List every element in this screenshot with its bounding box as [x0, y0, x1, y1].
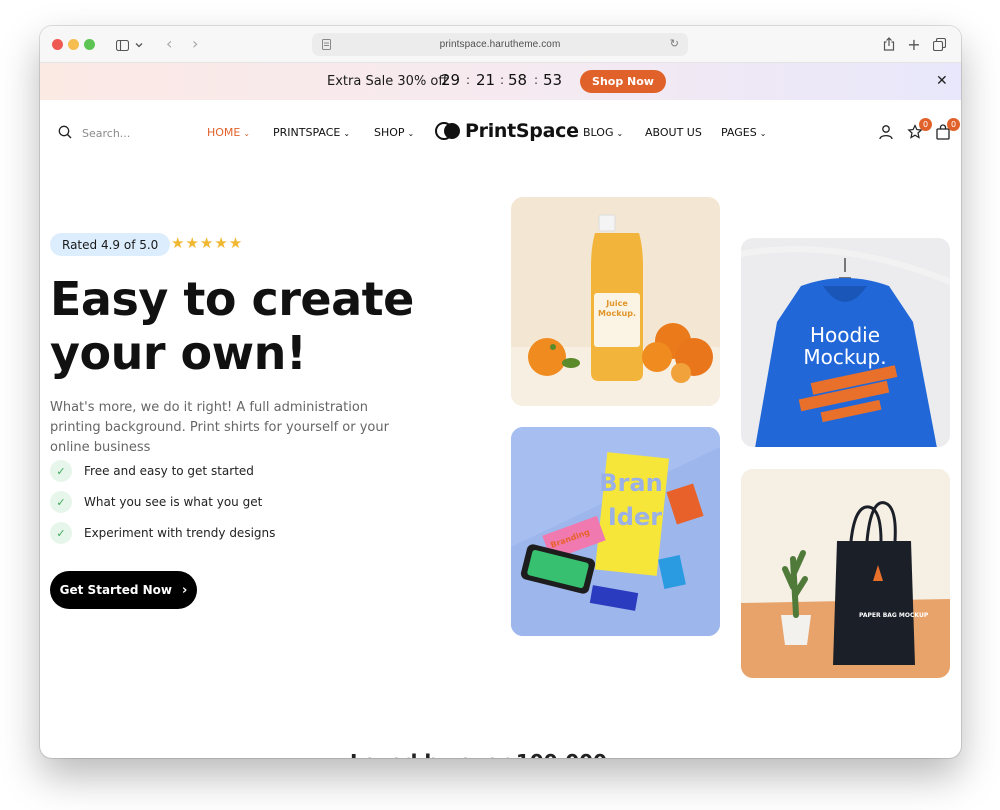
hero-title-line1: Easy to create: [50, 272, 414, 326]
paper-bag-mockup-illustration: PAPER BAG MOCKUP: [741, 469, 950, 678]
juice-mockup-image[interactable]: Juice Mockup.: [511, 197, 720, 406]
hoodie-mockup-image[interactable]: Hoodie Mockup.: [741, 238, 950, 447]
shop-now-button[interactable]: Shop Now: [580, 70, 666, 93]
chevron-down-icon: ⌄: [759, 129, 767, 138]
nav-blog-label: BLOG: [583, 126, 614, 139]
brand-label-line2: Ider: [608, 503, 662, 531]
bag-label: PAPER BAG MOCKUP: [859, 612, 929, 619]
logo-text: PrintSpace: [465, 120, 579, 142]
wishlist-count-badge: 0: [919, 118, 932, 131]
share-button[interactable]: [879, 34, 899, 54]
chevron-down-icon: ⌄: [616, 129, 624, 138]
feature-text: Free and easy to get started: [84, 464, 254, 478]
feature-item: ✓ Free and easy to get started: [50, 460, 254, 482]
nav-blog[interactable]: BLOG ⌄: [583, 126, 623, 139]
search-input[interactable]: [82, 125, 182, 141]
branding-mockup-image[interactable]: Bran Ider Branding: [511, 427, 720, 636]
hero-description: What's more, we do it right! A full admi…: [50, 400, 389, 455]
chevron-down-icon: ⌄: [343, 129, 351, 138]
nav-about-us[interactable]: ABOUT US: [645, 126, 702, 139]
address-bar[interactable]: printspace.harutheme.com ↻: [312, 33, 688, 56]
paper-bag-mockup-image[interactable]: PAPER BAG MOCKUP: [741, 469, 950, 678]
countdown-separator: :: [500, 73, 505, 87]
rating-badge: Rated 4.9 of 5.0: [50, 233, 171, 256]
hoodie-label-line1: Hoodie: [810, 323, 880, 347]
hero-title-line2: your own!: [50, 326, 307, 380]
section-heading-partial: Loved by over 100,000 brands: [350, 750, 650, 758]
reload-icon[interactable]: ↻: [670, 37, 679, 50]
countdown-seconds: 53: [543, 71, 563, 89]
url-text: printspace.harutheme.com: [439, 39, 561, 50]
page-icon: [322, 39, 331, 50]
nav-shop-label: SHOP: [374, 126, 405, 139]
countdown-minutes: 58: [508, 71, 528, 89]
nav-pages[interactable]: PAGES ⌄: [721, 126, 766, 139]
chevron-right-icon: ›: [181, 582, 188, 598]
feature-item: ✓ What you see is what you get: [50, 491, 262, 513]
feature-text: Experiment with trendy designs: [84, 526, 276, 540]
hoodie-mockup-illustration: Hoodie Mockup.: [741, 246, 950, 447]
sidebar-toggle-button[interactable]: [108, 34, 150, 56]
feature-item: ✓ Experiment with trendy designs: [50, 522, 275, 544]
search-icon[interactable]: [58, 125, 72, 139]
brand-label-line1: Bran: [599, 469, 662, 497]
hero-title: Easy to create your own!: [50, 272, 470, 380]
nav-printspace[interactable]: PRINTSPACE ⌄: [273, 126, 350, 139]
chevron-down-icon: [135, 43, 142, 48]
nav-about-label: ABOUT US: [645, 126, 702, 139]
site-logo[interactable]: PrintSpace: [435, 120, 579, 142]
browser-toolbar: ‹ › printspace.harutheme.com ↻ +: [40, 26, 961, 63]
logo-icon: [435, 122, 460, 140]
check-icon: ✓: [50, 460, 72, 482]
promo-bar: Extra Sale 30% off 29 : 21 : 58 : 53 Sho…: [40, 63, 961, 100]
check-icon: ✓: [50, 491, 72, 513]
browser-window: ‹ › printspace.harutheme.com ↻ + Extra S…: [40, 26, 961, 758]
countdown-separator: :: [534, 73, 539, 87]
juice-label-line1: Juice: [605, 299, 628, 308]
rating-stars: ★★★★★: [171, 234, 244, 252]
back-button[interactable]: ‹: [166, 35, 172, 53]
countdown-days: 29: [441, 71, 461, 89]
wishlist-button[interactable]: 0: [907, 118, 932, 142]
promo-text: Extra Sale 30% off: [327, 74, 448, 89]
forward-button[interactable]: ›: [192, 35, 198, 53]
nav-shop[interactable]: SHOP ⌄: [374, 126, 414, 139]
site-header: HOME⌄ PRINTSPACE⌄ SHOP⌄ PrintSpace BLOG⌄…: [40, 100, 961, 166]
get-started-label: Get Started Now: [59, 583, 172, 597]
tab-overview-button[interactable]: [929, 34, 949, 54]
juice-mockup-illustration: Juice Mockup.: [511, 214, 720, 406]
tabs-icon: [932, 37, 946, 51]
nav-pages-label: PAGES: [721, 126, 757, 139]
maximize-window-button[interactable]: [84, 39, 95, 50]
close-icon[interactable]: ✕: [936, 73, 948, 89]
new-tab-button[interactable]: +: [904, 34, 924, 54]
user-icon: [879, 125, 893, 140]
chevron-down-icon: ⌄: [407, 129, 415, 138]
countdown-separator: :: [466, 73, 471, 87]
get-started-button[interactable]: Get Started Now ›: [50, 571, 197, 609]
nav-home-label: HOME: [207, 126, 241, 139]
feature-text: What you see is what you get: [84, 495, 263, 509]
nav-printspace-label: PRINTSPACE: [273, 126, 341, 139]
countdown-hours: 21: [476, 71, 496, 89]
close-window-button[interactable]: [52, 39, 63, 50]
nav-home[interactable]: HOME ⌄: [207, 126, 250, 139]
account-button[interactable]: [878, 124, 896, 142]
share-icon: [883, 37, 895, 51]
minimize-window-button[interactable]: [68, 39, 79, 50]
check-icon: ✓: [50, 522, 72, 544]
juice-label-line2: Mockup.: [598, 309, 636, 318]
hoodie-label-line2: Mockup.: [803, 345, 886, 369]
chevron-down-icon: ⌄: [243, 129, 251, 138]
sidebar-icon: [115, 39, 129, 51]
cart-count-badge: 0: [947, 118, 960, 131]
cart-button[interactable]: 0: [935, 118, 960, 142]
branding-mockup-illustration: Bran Ider Branding: [511, 427, 720, 636]
